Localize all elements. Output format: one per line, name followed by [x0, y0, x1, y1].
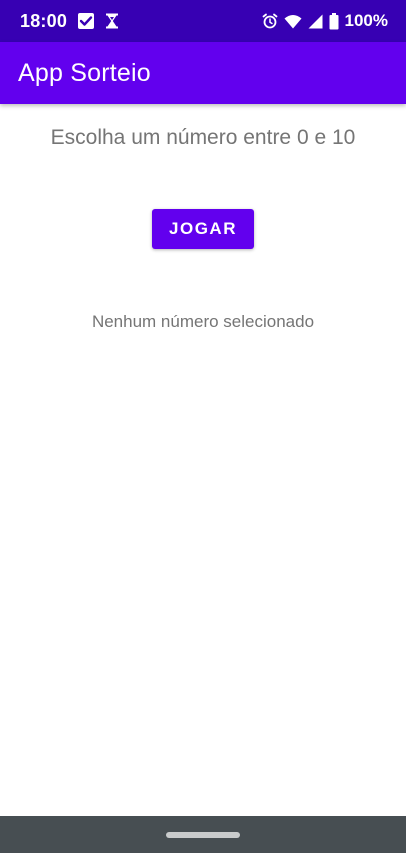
hourglass-icon: [105, 13, 119, 29]
alarm-icon: [262, 13, 278, 29]
status-bar-right: 100%: [262, 11, 388, 31]
status-time: 18:00: [20, 10, 68, 31]
battery-percentage: 100%: [344, 11, 388, 30]
instruction-text: Escolha um número entre 0 e 10: [50, 126, 356, 149]
checkbox-icon: [77, 12, 95, 30]
status-bar-left: 18:00: [20, 11, 119, 32]
app-bar: App Sorteio: [0, 42, 406, 104]
status-bar: 18:00 100%: [0, 0, 406, 42]
navigation-bar: [0, 816, 406, 853]
battery-icon: [329, 12, 339, 30]
signal-icon: [308, 14, 323, 29]
home-gesture-handle[interactable]: [166, 832, 240, 838]
result-text: Nenhum número selecionado: [91, 312, 315, 331]
app-title: App Sorteio: [18, 58, 151, 87]
wifi-icon: [284, 14, 302, 29]
app-screen: 18:00 100% App Sorteio Escolha um número…: [0, 0, 406, 853]
play-button[interactable]: JOGAR: [152, 209, 254, 249]
